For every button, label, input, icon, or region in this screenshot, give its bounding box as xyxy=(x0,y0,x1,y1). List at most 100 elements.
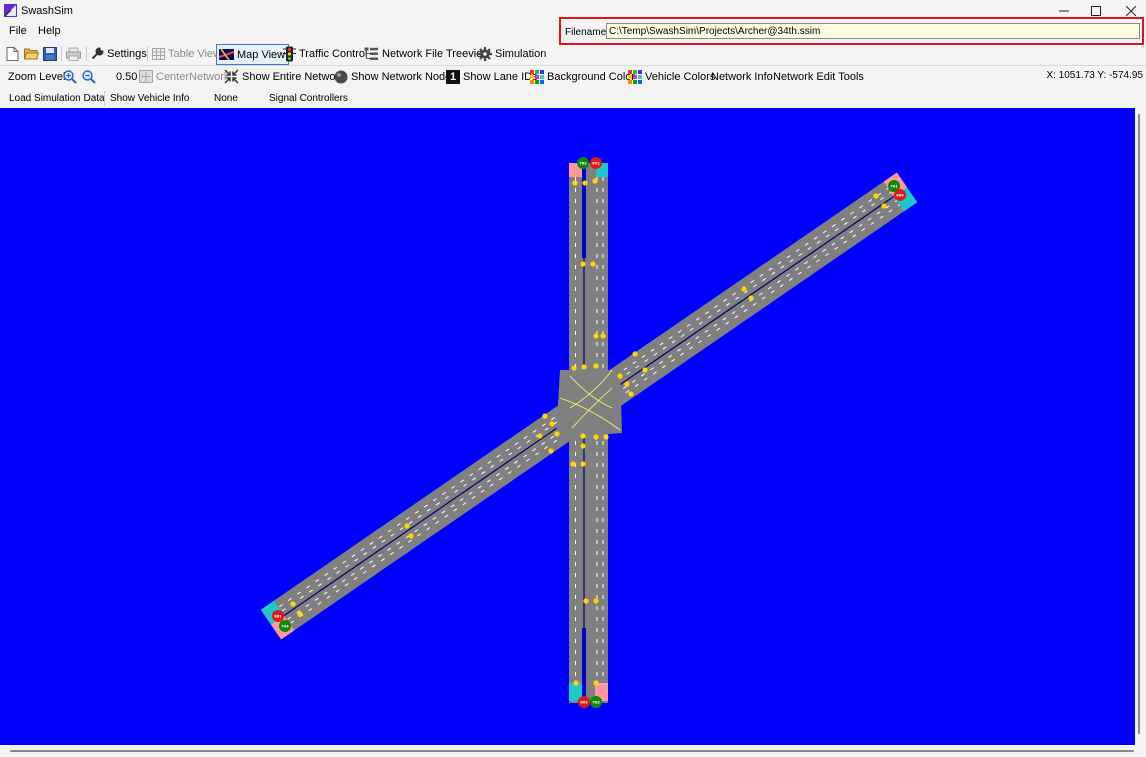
maximize-icon xyxy=(1091,6,1101,16)
signal-controllers-button[interactable]: Signal Controllers xyxy=(269,88,348,109)
network-node[interactable] xyxy=(592,178,598,184)
settings-button[interactable]: Settings xyxy=(91,43,147,64)
show-vehicle-info-label: Show Vehicle Info xyxy=(110,93,190,104)
show-vehicle-info-button[interactable]: Show Vehicle Info xyxy=(110,88,190,109)
intersection-area xyxy=(556,370,622,438)
network-node[interactable] xyxy=(628,391,634,397)
save-button[interactable] xyxy=(43,43,57,64)
simulation-label: Simulation xyxy=(495,47,547,60)
network-node[interactable] xyxy=(593,363,599,369)
center-network-button[interactable]: CenterNetwork xyxy=(139,66,229,87)
zoom-in-button[interactable] xyxy=(63,66,77,87)
print-button[interactable] xyxy=(66,43,81,64)
toolbar-separator xyxy=(61,46,62,61)
table-view-button[interactable]: Table View xyxy=(152,43,221,64)
zone-marker-north-out[interactable]: 802 xyxy=(590,157,602,169)
traffic-light-icon xyxy=(283,46,296,61)
wrench-icon xyxy=(91,47,104,60)
vehicle-info-selector[interactable]: None xyxy=(214,88,238,109)
network-map[interactable]: 702 802 701 804 801 704 803 703 xyxy=(0,108,1135,745)
horizontal-scroll-thumb[interactable] xyxy=(10,750,1134,752)
zoom-out-button[interactable] xyxy=(82,66,96,87)
zone-marker-south-in[interactable]: 703 xyxy=(590,696,602,708)
network-node[interactable] xyxy=(593,333,599,339)
network-node[interactable] xyxy=(748,295,754,301)
network-node[interactable] xyxy=(572,180,578,186)
horizontal-scrollbar[interactable] xyxy=(0,745,1146,757)
network-node[interactable] xyxy=(624,381,630,387)
network-node[interactable] xyxy=(881,203,887,209)
network-node[interactable] xyxy=(297,611,303,617)
show-network-nodes-button[interactable]: Show Network Nodes xyxy=(334,66,457,87)
vertical-scrollbar[interactable] xyxy=(1135,108,1146,745)
network-node[interactable] xyxy=(580,433,586,439)
zone-marker-west-in[interactable]: 704 xyxy=(279,620,291,632)
menu-file[interactable]: File xyxy=(9,25,27,37)
network-node[interactable] xyxy=(573,680,579,686)
zoom-level-label: Zoom Level: xyxy=(8,66,69,87)
new-file-button[interactable] xyxy=(6,43,19,64)
color-palette-icon xyxy=(530,69,544,84)
network-node[interactable] xyxy=(571,365,577,371)
network-node[interactable] xyxy=(600,333,606,339)
network-info-button[interactable]: Network Info xyxy=(711,66,773,87)
network-node[interactable] xyxy=(554,431,560,437)
network-node[interactable] xyxy=(582,180,588,186)
show-lane-ids-button[interactable]: 1 Show Lane IDs xyxy=(446,66,538,87)
network-node[interactable] xyxy=(581,364,587,370)
network-node[interactable] xyxy=(593,598,599,604)
network-node[interactable] xyxy=(632,351,638,357)
new-file-icon xyxy=(6,46,19,61)
network-node[interactable] xyxy=(593,680,599,686)
network-node[interactable] xyxy=(580,443,586,449)
zone-marker-west-out[interactable]: 801 xyxy=(272,610,284,622)
network-node[interactable] xyxy=(549,421,555,427)
show-entire-network-button[interactable]: Show Entire Network xyxy=(224,66,345,87)
vertical-scroll-thumb[interactable] xyxy=(1138,114,1140,734)
background-color-button[interactable]: Background Color xyxy=(530,66,635,87)
open-folder-icon xyxy=(24,48,39,60)
zone-marker-east-out[interactable]: 804 xyxy=(894,189,906,201)
load-simulation-data-label: Load Simulation Data xyxy=(9,93,105,104)
network-node[interactable] xyxy=(603,434,609,440)
network-node[interactable] xyxy=(741,286,747,292)
network-map-canvas[interactable]: 702 802 701 804 801 704 803 703 xyxy=(0,108,1135,745)
vehicle-colors-button[interactable]: Vehicle Colors xyxy=(628,66,715,87)
open-file-button[interactable] xyxy=(24,43,39,64)
menu-help[interactable]: Help xyxy=(38,25,61,37)
network-node[interactable] xyxy=(590,261,596,267)
zone-marker-north-in[interactable]: 702 xyxy=(577,157,589,169)
network-node[interactable] xyxy=(548,448,554,454)
background-color-label: Background Color xyxy=(547,70,636,83)
network-node[interactable] xyxy=(617,373,623,379)
zone-marker-south-out[interactable]: 803 xyxy=(578,696,590,708)
zone-label: 703 xyxy=(592,700,600,704)
network-node[interactable] xyxy=(873,193,879,199)
simulation-button[interactable]: Simulation xyxy=(478,43,546,64)
network-edit-tools-button[interactable]: Network Edit Tools xyxy=(773,66,864,87)
filename-field[interactable]: C:\Temp\SwashSim\Projects\Archer@34th.ss… xyxy=(606,23,1140,39)
zone-label: 802 xyxy=(592,161,600,165)
swashsim-logo-icon xyxy=(4,4,17,17)
network-node[interactable] xyxy=(570,461,576,467)
traffic-control-label: Traffic Control xyxy=(299,47,368,60)
filename-panel: Filename C:\Temp\SwashSim\Projects\Arche… xyxy=(559,17,1144,45)
load-simulation-data-button[interactable]: Load Simulation Data xyxy=(9,88,105,109)
network-edit-tools-label: Network Edit Tools xyxy=(773,70,864,83)
network-node[interactable] xyxy=(593,434,599,440)
map-view-button[interactable]: Map View xyxy=(216,44,290,65)
network-node[interactable] xyxy=(537,433,543,439)
traffic-control-button[interactable]: Traffic Control xyxy=(283,43,367,64)
network-node[interactable] xyxy=(290,601,296,607)
network-node[interactable] xyxy=(408,533,414,539)
network-node[interactable] xyxy=(542,413,548,419)
network-node[interactable] xyxy=(404,523,410,529)
network-node[interactable] xyxy=(642,367,648,373)
save-disk-icon xyxy=(43,46,57,61)
map-toolbar: Zoom Level: 0.50 CenterNetwork Show Enti… xyxy=(0,66,1146,86)
network-treeview-button[interactable]: Network File Treeview xyxy=(364,43,490,64)
network-node[interactable] xyxy=(580,461,586,467)
network-node[interactable] xyxy=(580,261,586,267)
network-node[interactable] xyxy=(583,598,589,604)
show-lane-ids-label: Show Lane IDs xyxy=(463,70,538,83)
